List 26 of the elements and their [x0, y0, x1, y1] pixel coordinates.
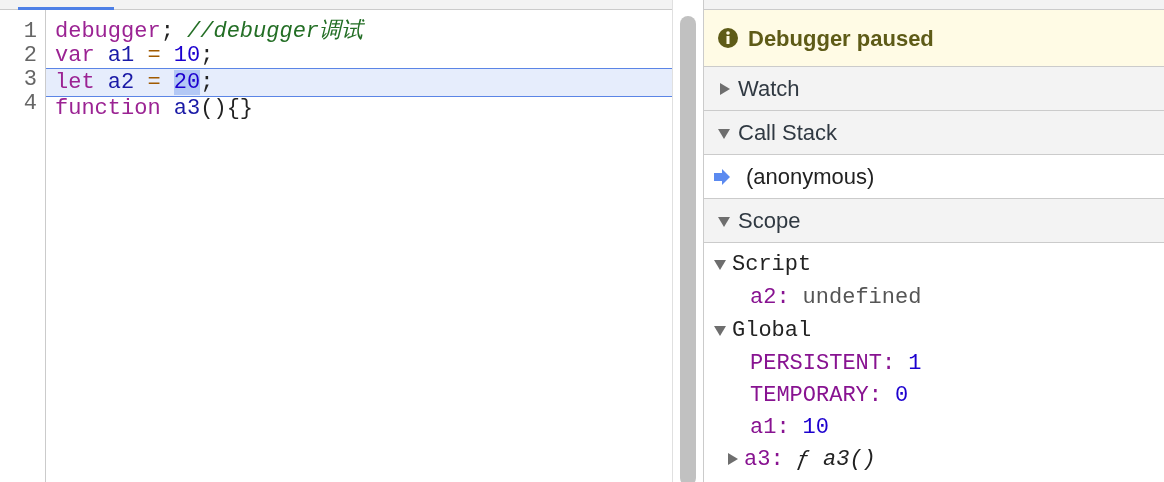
scope-property[interactable]: TEMPORARY: 0 — [714, 379, 1164, 411]
line-number: 3 — [23, 68, 37, 92]
expanded-triangle-icon[interactable] — [714, 324, 726, 336]
section-header[interactable]: Scope — [704, 199, 1164, 243]
expanded-triangle-icon[interactable] — [714, 258, 726, 270]
scope-node[interactable]: Script — [714, 247, 1164, 281]
line-number: 2 — [23, 44, 37, 68]
section-header[interactable]: Call Stack — [704, 111, 1164, 155]
expanded-triangle-icon[interactable] — [718, 214, 730, 227]
scope-property[interactable]: a2: undefined — [714, 281, 1164, 313]
line-number: 1 — [23, 20, 37, 44]
section-header[interactable]: Watch — [704, 67, 1164, 111]
scope-property[interactable]: PERSISTENT: 1 — [714, 347, 1164, 379]
collapsed-triangle-icon[interactable] — [718, 82, 730, 95]
collapsed-triangle-icon[interactable] — [726, 453, 738, 465]
scope-property[interactable]: a1: 10 — [714, 411, 1164, 443]
expanded-triangle-icon[interactable] — [718, 126, 730, 139]
code-line: function a3(){} — [54, 97, 255, 121]
scrollbar-thumb[interactable] — [680, 16, 696, 482]
scope-property[interactable]: a3: ƒ a3() — [714, 443, 1164, 475]
status-message: Debugger paused — [748, 24, 934, 53]
code-line: debugger; //debugger调试 — [54, 20, 366, 44]
info-icon — [718, 28, 738, 48]
line-number: 4 — [23, 92, 37, 116]
scope-node[interactable]: Global — [714, 313, 1164, 347]
code-line: var a1 = 10; — [54, 44, 215, 68]
